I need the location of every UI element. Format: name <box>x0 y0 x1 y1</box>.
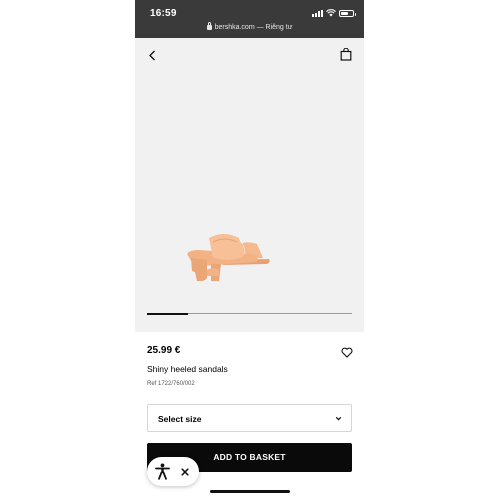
heart-icon <box>341 347 353 358</box>
size-selector[interactable]: Select size <box>147 404 352 432</box>
phone-screen: 16:59 bershka.com — Riêng tư 25.99 € Shi… <box>135 0 364 498</box>
close-icon <box>181 468 189 476</box>
product-price: 25.99 € <box>147 345 181 356</box>
accessibility-widget <box>147 457 199 486</box>
product-gallery[interactable] <box>135 38 364 332</box>
accessibility-close-button[interactable] <box>179 465 191 477</box>
sandal-product-image <box>187 234 270 281</box>
accessibility-icon <box>155 463 170 480</box>
accessibility-button[interactable] <box>151 460 174 483</box>
gallery-progress-indicator <box>147 312 188 315</box>
back-button[interactable] <box>145 48 159 62</box>
product-reference: Ref 1722/760/002 <box>147 381 195 387</box>
chevron-down-icon <box>335 416 342 421</box>
battery-icon <box>339 9 356 17</box>
signal-icon <box>312 9 323 17</box>
lock-icon <box>206 21 212 30</box>
address-bar[interactable]: bershka.com — Riêng tư <box>135 21 364 31</box>
address-url: bershka.com — Riêng tư <box>214 24 293 31</box>
size-selector-label: Select size <box>158 414 202 424</box>
chevron-left-icon <box>149 50 155 60</box>
shopping-bag-icon <box>340 47 352 61</box>
status-time: 16:59 <box>150 8 177 19</box>
shopping-bag-button[interactable] <box>340 47 354 62</box>
status-icons <box>312 9 356 17</box>
status-bar: 16:59 bershka.com — Riêng tư <box>135 0 364 38</box>
product-name: Shiny heeled sandals <box>147 364 228 374</box>
home-indicator <box>210 490 290 493</box>
favorite-button[interactable] <box>341 345 353 358</box>
wifi-icon <box>326 9 336 17</box>
